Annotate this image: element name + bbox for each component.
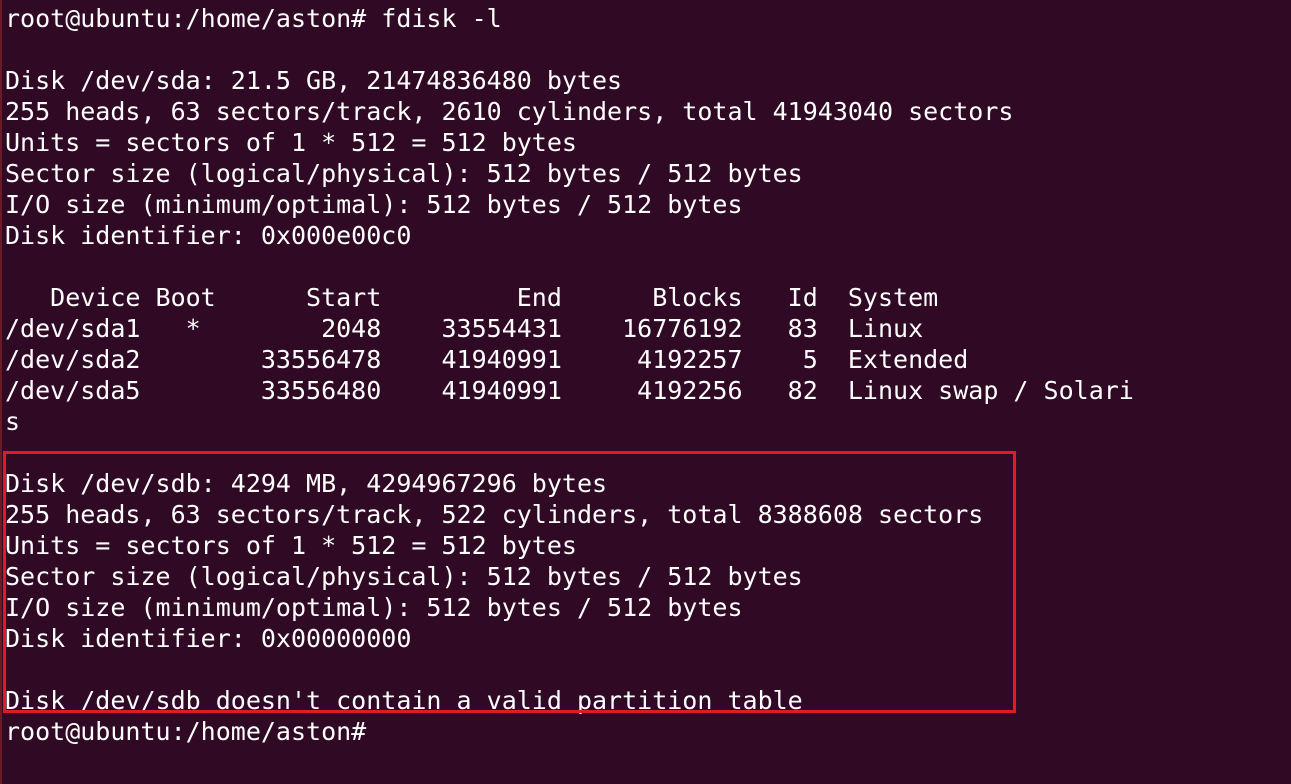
terminal-line-sda-size: Disk /dev/sda: 21.5 GB, 21474836480 byte… <box>5 66 623 95</box>
terminal-line-sdb-io-size: I/O size (minimum/optimal): 512 bytes / … <box>5 593 743 622</box>
terminal-line-sda-sector-size: Sector size (logical/physical): 512 byte… <box>5 159 803 188</box>
terminal-line-sdb-units: Units = sectors of 1 * 512 = 512 bytes <box>5 531 577 560</box>
terminal-line-sda-io-size: I/O size (minimum/optimal): 512 bytes / … <box>5 190 743 219</box>
partition-row-sda1: /dev/sda1 * 2048 33554431 16776192 83 Li… <box>5 314 924 343</box>
terminal-output: root@ubuntu:/home/aston# fdisk -l Disk /… <box>5 3 1134 747</box>
partition-table-header: Device Boot Start End Blocks Id System <box>5 283 939 312</box>
terminal-window[interactable]: root@ubuntu:/home/aston# fdisk -l Disk /… <box>0 0 1291 784</box>
terminal-line-sdb-sector-size: Sector size (logical/physical): 512 byte… <box>5 562 803 591</box>
terminal-line-sdb-identifier: Disk identifier: 0x00000000 <box>5 624 412 653</box>
terminal-line-sdb-size: Disk /dev/sdb: 4294 MB, 4294967296 bytes <box>5 469 608 498</box>
window-left-edge <box>0 0 2 784</box>
partition-row-sda5: /dev/sda5 33556480 41940991 4192256 82 L… <box>5 376 1134 405</box>
partition-row-sda2: /dev/sda2 33556478 41940991 4192257 5 Ex… <box>5 345 969 374</box>
terminal-line-sda-geometry: 255 heads, 63 sectors/track, 2610 cylind… <box>5 97 1014 126</box>
terminal-prompt[interactable]: root@ubuntu:/home/aston# <box>5 716 1134 747</box>
terminal-line-sdb-geometry: 255 heads, 63 sectors/track, 522 cylinde… <box>5 500 984 529</box>
partition-row-sda5-wrap: s <box>5 407 21 436</box>
terminal-line-sdb-no-partition-table: Disk /dev/sdb doesn't contain a valid pa… <box>5 686 803 715</box>
terminal-line-command: root@ubuntu:/home/aston# fdisk -l <box>5 4 502 33</box>
terminal-line-sda-identifier: Disk identifier: 0x000e00c0 <box>5 221 412 250</box>
terminal-line-sda-units: Units = sectors of 1 * 512 = 512 bytes <box>5 128 577 157</box>
